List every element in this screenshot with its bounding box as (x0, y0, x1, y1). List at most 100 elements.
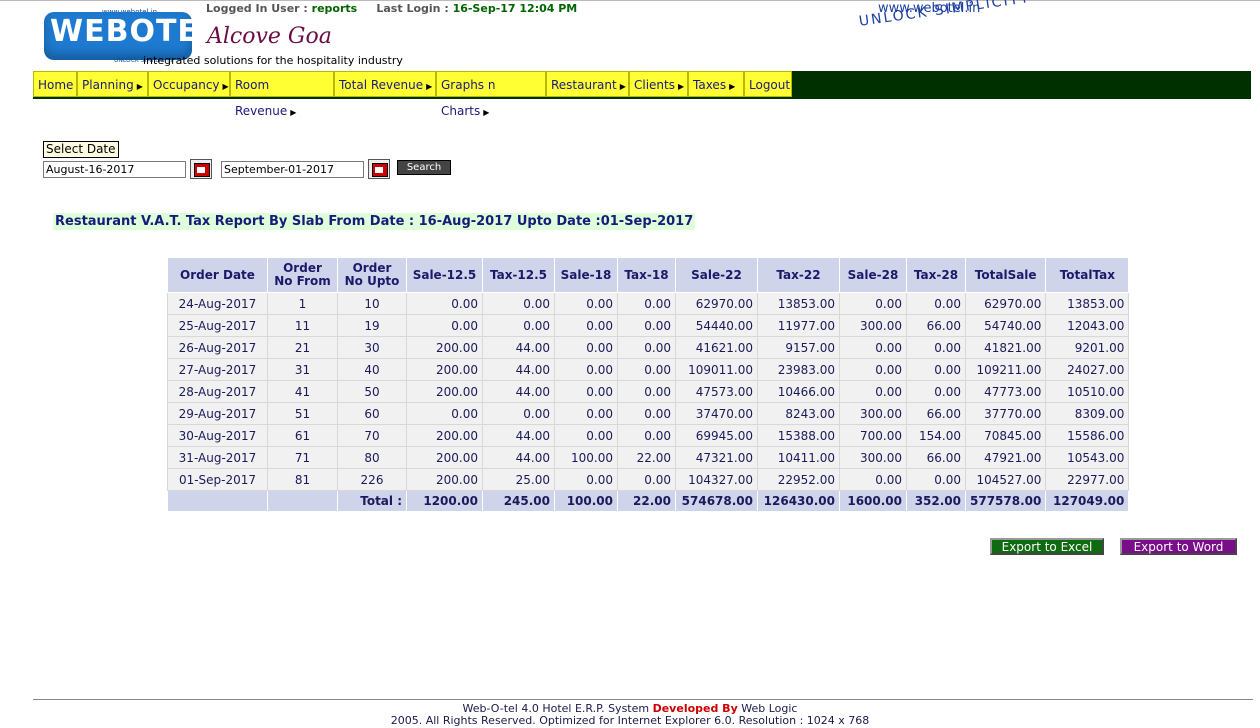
col-sale-22: Sale-22 (675, 257, 758, 293)
table-cell: 15388.00 (757, 424, 840, 447)
table-cell: 0.00 (906, 292, 966, 315)
login-info: Logged In User : reports Last Login : 16… (206, 2, 577, 15)
table-cell: 0.00 (839, 380, 907, 403)
nav-clients-label: Clients (634, 78, 675, 92)
nav-restaurant[interactable]: Restaurant ▶ (546, 71, 629, 97)
table-cell: 31 (267, 358, 338, 381)
top-border (0, 0, 1260, 1)
table-cell: 11977.00 (757, 314, 840, 337)
table-cell: 0.00 (554, 292, 618, 315)
table-cell: 66.00 (906, 314, 966, 337)
table-cell: 0.00 (406, 402, 483, 425)
table-cell: 50 (337, 380, 407, 403)
table-cell: 109011.00 (675, 358, 758, 381)
footer-divider (33, 699, 1253, 700)
table-cell: 54440.00 (675, 314, 758, 337)
table-row: 30-Aug-2017 61 70 200.00 44.00 0.00 0.00 69945.… (167, 424, 1130, 447)
nav-total-revenue-label: Total Revenue (339, 78, 424, 92)
table-cell: 8243.00 (757, 402, 840, 425)
table-cell: 104327.00 (675, 468, 758, 491)
nav-home[interactable]: Home (33, 71, 77, 97)
total-cell: 245.00 (482, 490, 555, 512)
col-tax-22: Tax-22 (757, 257, 840, 293)
table-cell: 26-Aug-2017 (167, 336, 268, 359)
to-calendar-button[interactable] (368, 159, 390, 179)
table-cell: 19 (337, 314, 407, 337)
submenu-arrow-icon: ▶ (729, 82, 736, 91)
col-sale-18: Sale-18 (554, 257, 618, 293)
table-header-row: Order Date Order No From Order No Upto S… (167, 257, 1130, 293)
nav-planning[interactable]: Planning ▶ (77, 71, 148, 97)
select-date-label: Select Date (43, 141, 119, 158)
from-date-input[interactable] (43, 161, 186, 178)
submenu-arrow-icon: ▶ (619, 82, 626, 91)
table-cell: 24-Aug-2017 (167, 292, 268, 315)
table-cell: 0.00 (406, 314, 483, 337)
submenu-arrow-icon: ▶ (222, 82, 229, 91)
table-cell: 0.00 (554, 468, 618, 491)
main-navbar: Home Planning ▶ Occupancy ▶ Room Revenue ▶ … (33, 71, 1251, 118)
nav-taxes[interactable]: Taxes ▶ (688, 71, 744, 97)
table-cell: 0.00 (617, 314, 676, 337)
nav-occupancy-label: Occupancy (153, 78, 220, 92)
table-cell: 0.00 (617, 336, 676, 359)
table-cell: 81 (267, 468, 338, 491)
export-word-button[interactable]: Export to Word (1120, 538, 1237, 555)
table-cell: 25.00 (482, 468, 555, 491)
hotel-name: Alcove Goa (207, 24, 332, 49)
table-cell: 9201.00 (1045, 336, 1130, 359)
table-cell: 62970.00 (675, 292, 758, 315)
report-title: Restaurant V.A.T. Tax Report By Slab Fro… (53, 213, 696, 230)
table-cell: 0.00 (617, 292, 676, 315)
to-date-input[interactable] (221, 161, 364, 178)
table-cell: 13853.00 (757, 292, 840, 315)
table-cell: 0.00 (839, 358, 907, 381)
total-label: Total : (337, 490, 407, 512)
nav-logout[interactable]: Logout (744, 71, 792, 97)
total-cell: 1200.00 (406, 490, 483, 512)
table-cell-empty (267, 490, 338, 512)
table-cell: 10510.00 (1045, 380, 1130, 403)
table-cell: 41621.00 (675, 336, 758, 359)
table-cell: 0.00 (617, 380, 676, 403)
table-cell: 0.00 (906, 358, 966, 381)
table-row: 26-Aug-2017 21 30 200.00 44.00 0.00 0.00 41621.… (167, 336, 1130, 359)
table-cell: 9157.00 (757, 336, 840, 359)
table-cell: 10 (337, 292, 407, 315)
from-calendar-button[interactable] (190, 159, 212, 179)
table-cell: 300.00 (839, 402, 907, 425)
nav-room-revenue[interactable]: Room Revenue ▶ (230, 71, 334, 118)
table-cell: 200.00 (406, 446, 483, 469)
calendar-icon (372, 163, 388, 177)
nav-graphs-n-charts[interactable]: Graphs n Charts ▶ (436, 71, 546, 118)
col-tax-18: Tax-18 (617, 257, 676, 293)
table-cell: 154.00 (906, 424, 966, 447)
submenu-arrow-icon: ▶ (290, 108, 297, 117)
table-cell: 12043.00 (1045, 314, 1130, 337)
table-cell: 62970.00 (964, 292, 1047, 315)
table-cell: 10543.00 (1045, 446, 1130, 469)
table-cell: 44.00 (482, 380, 555, 403)
table-cell: 0.00 (406, 292, 483, 315)
nav-taxes-label: Taxes (693, 78, 727, 92)
last-login-value: 16-Sep-17 12:04 PM (452, 2, 578, 15)
table-cell: 23983.00 (757, 358, 840, 381)
table-cell: 21 (267, 336, 338, 359)
nav-total-revenue[interactable]: Total Revenue ▶ (334, 71, 436, 97)
table-cell: 70845.00 (964, 424, 1047, 447)
table-cell: 22977.00 (1045, 468, 1130, 491)
export-excel-button[interactable]: Export to Excel (990, 538, 1104, 555)
table-row: 31-Aug-2017 71 80 200.00 44.00 100.00 22.00 473… (167, 446, 1130, 469)
table-cell: 30 (337, 336, 407, 359)
table-cell: 0.00 (554, 402, 618, 425)
table-cell: 24027.00 (1045, 358, 1130, 381)
nav-clients[interactable]: Clients ▶ (629, 71, 688, 97)
table-cell-empty (167, 490, 268, 512)
table-cell: 13853.00 (1045, 292, 1130, 315)
table-cell: 22.00 (617, 446, 676, 469)
search-button[interactable]: Search (397, 160, 451, 175)
nav-occupancy[interactable]: Occupancy ▶ (148, 71, 230, 97)
table-cell: 40 (337, 358, 407, 381)
table-cell: 200.00 (406, 336, 483, 359)
submenu-arrow-icon: ▶ (678, 82, 685, 91)
